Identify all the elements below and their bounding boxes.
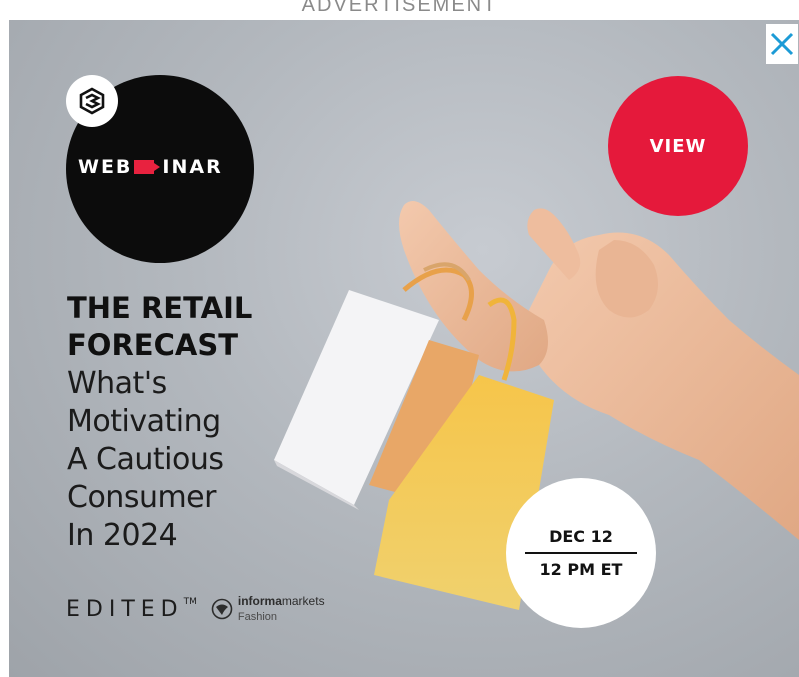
view-button[interactable]: VIEW xyxy=(608,76,748,216)
webinar-label: WEB INAR xyxy=(78,156,248,178)
webinar-word-left: WEB xyxy=(78,156,133,178)
event-time: 12 PM ET xyxy=(539,560,623,579)
ad-banner[interactable]: WEB INAR VIEW THE RETAIL FORECAST What's… xyxy=(9,20,799,677)
sponsor-logos: EDITEDTM informamarkets Fashion xyxy=(66,593,325,625)
edited-logo: EDITEDTM xyxy=(66,597,197,622)
webinar-word-right: INAR xyxy=(162,156,223,178)
edited-trademark: TM xyxy=(183,596,197,607)
informa-globe-icon xyxy=(211,598,233,620)
subhead-line-1: What's xyxy=(67,366,167,401)
event-date: DEC 12 xyxy=(549,527,613,546)
subhead-line-3: A Cautious xyxy=(67,442,224,477)
advertisement-label: ADVERTISEMENT xyxy=(301,0,498,16)
headline: THE RETAIL FORECAST xyxy=(67,290,252,364)
headline-line-1: THE RETAIL xyxy=(67,291,253,325)
close-icon xyxy=(770,32,794,56)
camera-icon xyxy=(134,160,161,174)
informa-s-logo-icon xyxy=(66,75,118,127)
edited-logo-text: EDITED xyxy=(66,596,184,622)
subheadline: What's Motivating A Cautious Consumer In… xyxy=(67,365,224,555)
informa-markets-text: markets xyxy=(281,594,325,608)
informa-bold-text: informa xyxy=(237,594,282,608)
date-divider xyxy=(525,552,637,554)
informa-fashion-text: Fashion xyxy=(237,611,278,623)
subhead-line-4: Consumer xyxy=(67,480,216,515)
informa-markets-logo: informamarkets Fashion xyxy=(211,593,325,625)
subhead-line-5: In 2024 xyxy=(67,518,178,553)
close-button[interactable] xyxy=(766,24,798,64)
headline-line-2: FORECAST xyxy=(67,328,238,362)
event-date-badge: DEC 12 12 PM ET xyxy=(506,478,656,628)
subhead-line-2: Motivating xyxy=(67,404,221,439)
